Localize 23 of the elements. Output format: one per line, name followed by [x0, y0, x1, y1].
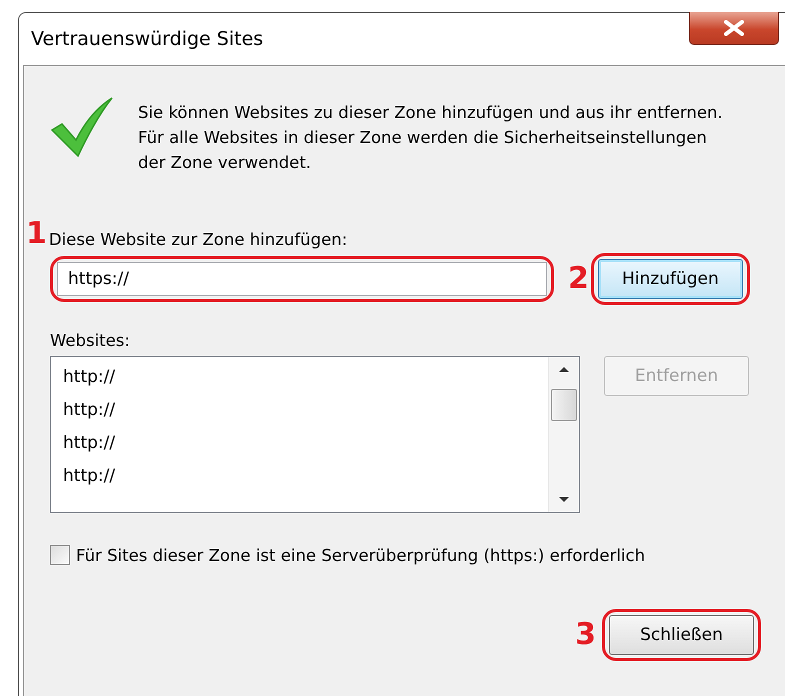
close-dialog-button[interactable]: Schließen — [609, 615, 754, 655]
checkbox-label: Für Sites dieser Zone ist eine Serverüberprüfung (https:) erforderlich — [76, 546, 646, 564]
annotation-number: 3 — [575, 620, 596, 650]
websites-label: Websites: — [50, 331, 131, 350]
website-item[interactable]: http:// — [63, 431, 548, 456]
url-input-field[interactable]: https:// — [57, 262, 547, 296]
info-text: Sie können Websites zu dieser Zone hinzufügen und aus ihr entfernen. Für alle Websites in dieser Zone werden die Sicherheitseinstellungen der Zone verwendet. — [138, 102, 724, 174]
websites-list[interactable]: http:// http:// http:// http:// — [50, 356, 580, 513]
scroll-up-icon[interactable] — [558, 365, 570, 373]
close-icon — [723, 20, 745, 36]
website-item[interactable]: http:// — [63, 365, 548, 390]
annotation-number: 2 — [568, 264, 589, 294]
scrollbar[interactable] — [548, 357, 579, 512]
website-item[interactable]: http:// — [63, 398, 548, 423]
checkbox[interactable] — [50, 545, 70, 565]
add-button[interactable]: Hinzufügen — [598, 259, 743, 299]
close-button[interactable] — [689, 12, 779, 45]
add-site-label: Diese Website zur Zone hinzufügen: — [48, 230, 348, 249]
website-item[interactable]: http:// — [63, 464, 548, 489]
annotation-number: 1 — [26, 219, 47, 249]
window-title: Vertrauenswürdige Sites — [31, 28, 264, 50]
scroll-down-icon[interactable] — [558, 496, 570, 504]
scroll-thumb[interactable] — [551, 388, 577, 420]
